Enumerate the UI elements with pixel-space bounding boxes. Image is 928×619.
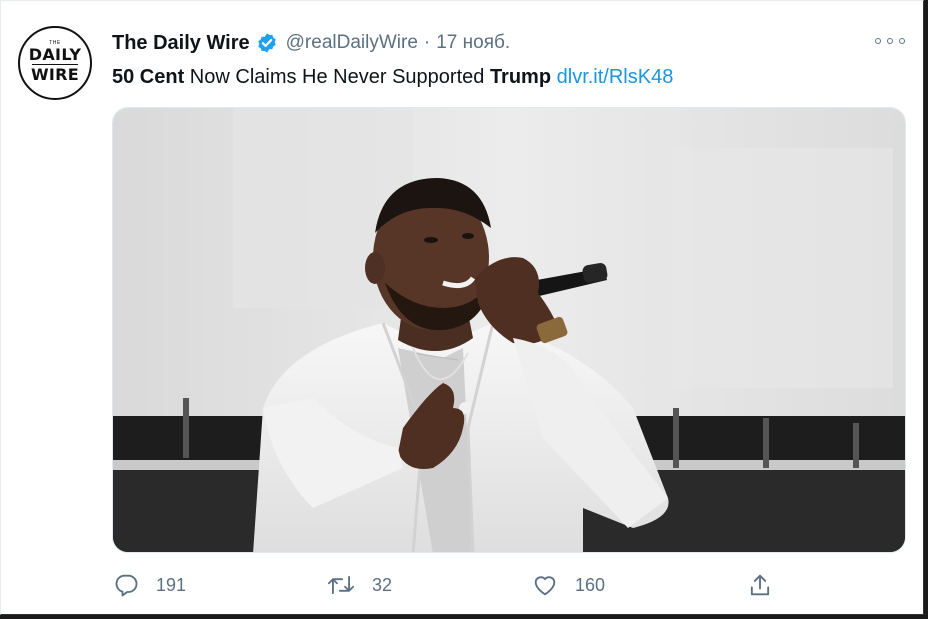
verified-badge-icon [257, 33, 276, 53]
tweet-header: The Daily Wire @realDailyWire · 17 нояб. [112, 30, 510, 56]
retweet-count: 32 [372, 574, 393, 595]
window-edge-right [924, 0, 928, 619]
like-button[interactable]: 160 [531, 568, 605, 602]
tweet-text: 50 Cent Now Claims He Never Supported Tr… [112, 64, 673, 90]
reply-icon [115, 574, 138, 597]
avatar-word-wire: WIRE [30, 65, 80, 84]
reply-button[interactable]: 191 [112, 568, 186, 602]
display-name[interactable]: The Daily Wire [112, 32, 250, 55]
reply-count: 191 [156, 574, 187, 595]
avatar-word-daily: DAILY [28, 45, 82, 64]
tweet-photo[interactable] [112, 107, 906, 553]
avatar[interactable]: THE DAILY WIRE [18, 26, 92, 100]
retweet-icon [327, 576, 355, 594]
tweet-text-middle: Now Claims He Never Supported [184, 66, 490, 88]
share-button[interactable] [746, 568, 774, 602]
tweet-link[interactable]: dlvr.it/RlsK48 [557, 66, 674, 88]
window-edge-bottom [0, 615, 928, 619]
tweet-bold-trump: Trump [489, 66, 552, 88]
tweet-date[interactable]: 17 нояб. [436, 32, 510, 54]
like-count: 160 [575, 574, 606, 595]
heart-icon [534, 576, 556, 596]
separator-dot: · [423, 32, 431, 53]
tweet-card[interactable]: THE DAILY WIRE The Daily Wire @realDaily… [0, 0, 924, 615]
tweet-actions: 191 32 160 [112, 568, 812, 602]
tweet-bold-subject: 50 Cent [112, 66, 185, 88]
share-icon [750, 574, 770, 596]
more-options-icon[interactable] [875, 33, 905, 49]
photo-performer-image [113, 108, 905, 552]
retweet-button[interactable]: 32 [326, 568, 392, 602]
handle[interactable]: @realDailyWire [286, 32, 418, 54]
